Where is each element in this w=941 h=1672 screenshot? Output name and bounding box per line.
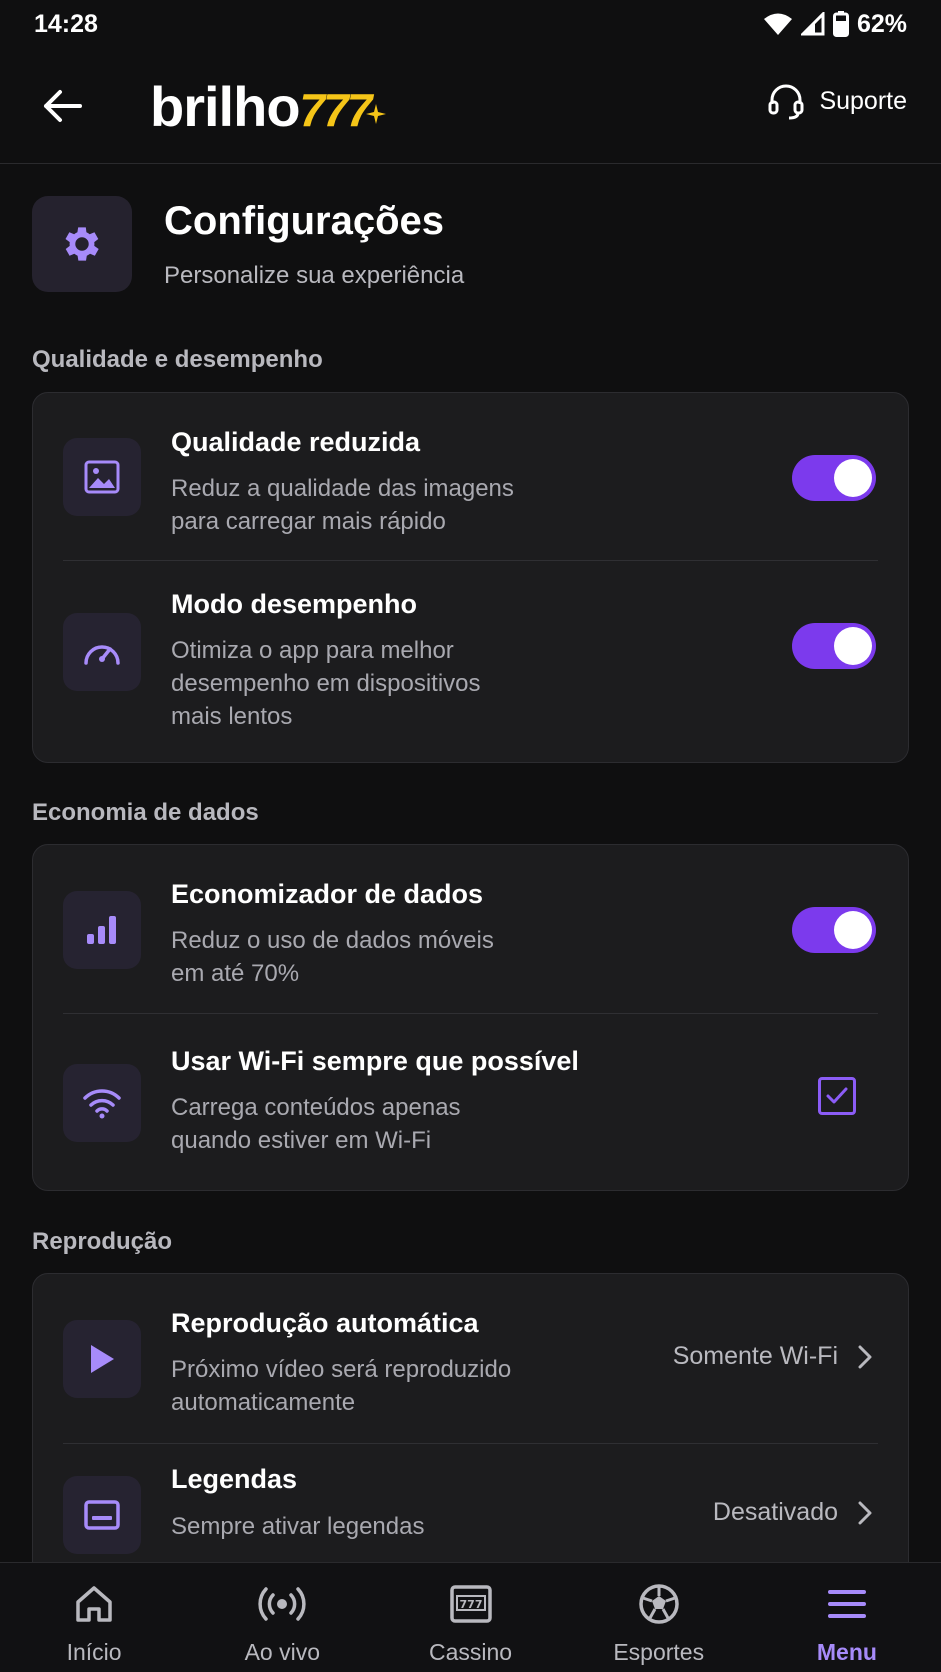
menu-icon bbox=[827, 1590, 866, 1618]
section-label-data: Economia de dados bbox=[32, 799, 259, 826]
setting-desc-line2: quando estiver em Wi-Fi bbox=[171, 1127, 432, 1154]
row-icon-box bbox=[63, 613, 141, 691]
status-time: 14:28 bbox=[34, 9, 98, 38]
setting-desc-line1: Reduz o uso de dados móveis bbox=[171, 927, 494, 954]
checkmark-icon bbox=[826, 1087, 848, 1104]
support-button[interactable]: Suporte bbox=[767, 82, 907, 120]
autoplay-value: Somente Wi-Fi bbox=[672, 1342, 838, 1370]
card-data-saving: Economizador de dados Reduz o uso de dad… bbox=[32, 844, 909, 1191]
page-header: Configurações Personalize sua experiênci… bbox=[32, 196, 464, 292]
logo-number: 777 bbox=[299, 84, 373, 136]
brand-logo: brilho 777 bbox=[150, 74, 387, 138]
nav-label: Cassino bbox=[428, 1639, 513, 1665]
setting-desc-line3: mais lentos bbox=[171, 703, 293, 730]
card-quality: Qualidade reduzida Reduz a qualidade das… bbox=[32, 392, 909, 763]
gear-icon bbox=[65, 227, 99, 261]
status-icons: 62% bbox=[763, 10, 907, 39]
battery-icon bbox=[832, 11, 849, 37]
nav-label: Esportes bbox=[613, 1639, 705, 1665]
arrow-left-icon bbox=[44, 90, 82, 122]
setting-desc-line1: Reduz a qualidade das imagens bbox=[171, 475, 514, 502]
setting-autoplay[interactable]: Reprodução automática Próximo vídeo será… bbox=[33, 1274, 908, 1443]
nav-casino[interactable]: 777 Cassino bbox=[376, 1563, 564, 1672]
nav-live[interactable]: Ao vivo bbox=[188, 1563, 376, 1672]
live-icon bbox=[258, 1587, 306, 1621]
soccer-ball-icon bbox=[638, 1584, 679, 1624]
app-header: brilho 777 Suporte bbox=[0, 48, 941, 164]
setting-title: Economizador de dados bbox=[171, 879, 484, 909]
nav-menu[interactable]: Menu bbox=[753, 1563, 941, 1672]
setting-title: Reprodução automática bbox=[171, 1308, 479, 1338]
nav-label: Início bbox=[66, 1639, 122, 1665]
setting-desc-line1: Sempre ativar legendas bbox=[171, 1513, 425, 1540]
status-bar: 14:28 62% bbox=[0, 0, 941, 48]
subtitles-icon bbox=[84, 1500, 120, 1530]
slot-machine-icon: 777 bbox=[449, 1585, 492, 1623]
section-label-playback: Reprodução bbox=[32, 1228, 173, 1255]
svg-text:777: 777 bbox=[459, 1598, 482, 1611]
nav-sports[interactable]: Esportes bbox=[565, 1563, 753, 1672]
signal-icon bbox=[800, 12, 825, 36]
setting-reduced-quality[interactable]: Qualidade reduzida Reduz a qualidade das… bbox=[33, 393, 908, 561]
setting-data-saver[interactable]: Economizador de dados Reduz o uso de dad… bbox=[33, 845, 908, 1013]
sparkle-icon bbox=[366, 104, 387, 124]
nav-home[interactable]: Início bbox=[0, 1563, 188, 1672]
setting-desc-line2: automaticamente bbox=[171, 1389, 356, 1416]
bar-chart-icon bbox=[87, 916, 116, 944]
section-label-quality: Qualidade e desempenho bbox=[32, 346, 323, 373]
setting-title: Usar Wi-Fi sempre que possível bbox=[171, 1046, 579, 1076]
toggle-knob bbox=[834, 627, 872, 665]
row-icon-box bbox=[63, 1320, 141, 1398]
row-icon-box bbox=[63, 1064, 141, 1142]
setting-desc-line1: Próximo vídeo será reproduzido bbox=[171, 1356, 512, 1383]
chevron-right-icon bbox=[858, 1345, 872, 1368]
setting-desc-line2: em até 70% bbox=[171, 960, 300, 987]
row-icon-box bbox=[63, 1476, 141, 1554]
setting-desc-line2: para carregar mais rápido bbox=[171, 508, 446, 535]
autoplay-select[interactable]: Somente Wi-Fi bbox=[673, 1342, 872, 1371]
logo-word: brilho bbox=[150, 75, 301, 138]
setting-desc-line1: Carrega conteúdos apenas bbox=[171, 1094, 461, 1121]
setting-title: Qualidade reduzida bbox=[171, 427, 421, 457]
nav-label: Menu bbox=[816, 1639, 877, 1665]
nav-label: Ao vivo bbox=[244, 1639, 321, 1665]
page-subtitle: Personalize sua experiência bbox=[164, 261, 465, 289]
subtitles-select[interactable]: Desativado bbox=[713, 1498, 872, 1527]
play-icon bbox=[91, 1345, 114, 1373]
subtitles-value: Desativado bbox=[712, 1498, 838, 1526]
performance-mode-toggle[interactable] bbox=[792, 623, 876, 669]
back-button[interactable] bbox=[40, 84, 84, 128]
toggle-knob bbox=[834, 911, 872, 949]
wifi-status-icon bbox=[763, 12, 793, 36]
support-label: Suporte bbox=[819, 86, 907, 115]
battery-percent: 62% bbox=[856, 9, 907, 38]
setting-desc-line1: Otimiza o app para melhor bbox=[171, 637, 454, 664]
row-icon-box bbox=[63, 891, 141, 969]
headset-icon bbox=[768, 84, 804, 120]
setting-title: Legendas bbox=[171, 1464, 298, 1494]
setting-title: Modo desempenho bbox=[171, 589, 418, 619]
reduced-quality-toggle[interactable] bbox=[792, 455, 876, 501]
chevron-right-icon bbox=[858, 1501, 872, 1524]
image-icon bbox=[84, 460, 120, 494]
data-saver-toggle[interactable] bbox=[792, 907, 876, 953]
prefer-wifi-checkbox[interactable] bbox=[818, 1077, 856, 1115]
wifi-icon bbox=[83, 1089, 121, 1119]
settings-badge bbox=[32, 196, 132, 292]
speedometer-icon bbox=[84, 645, 120, 665]
bottom-navigation: Início Ao vivo 777 Cassino Esportes Menu bbox=[0, 1562, 941, 1672]
setting-desc-line2: desempenho em dispositivos bbox=[171, 670, 481, 697]
home-icon bbox=[76, 1586, 112, 1622]
setting-performance-mode[interactable]: Modo desempenho Otimiza o app para melho… bbox=[33, 561, 908, 764]
card-playback: Reprodução automática Próximo vídeo será… bbox=[32, 1273, 909, 1593]
row-icon-box bbox=[63, 438, 141, 516]
toggle-knob bbox=[834, 459, 872, 497]
page-title: Configurações bbox=[164, 198, 445, 243]
setting-prefer-wifi[interactable]: Usar Wi-Fi sempre que possível Carrega c… bbox=[33, 1014, 908, 1192]
